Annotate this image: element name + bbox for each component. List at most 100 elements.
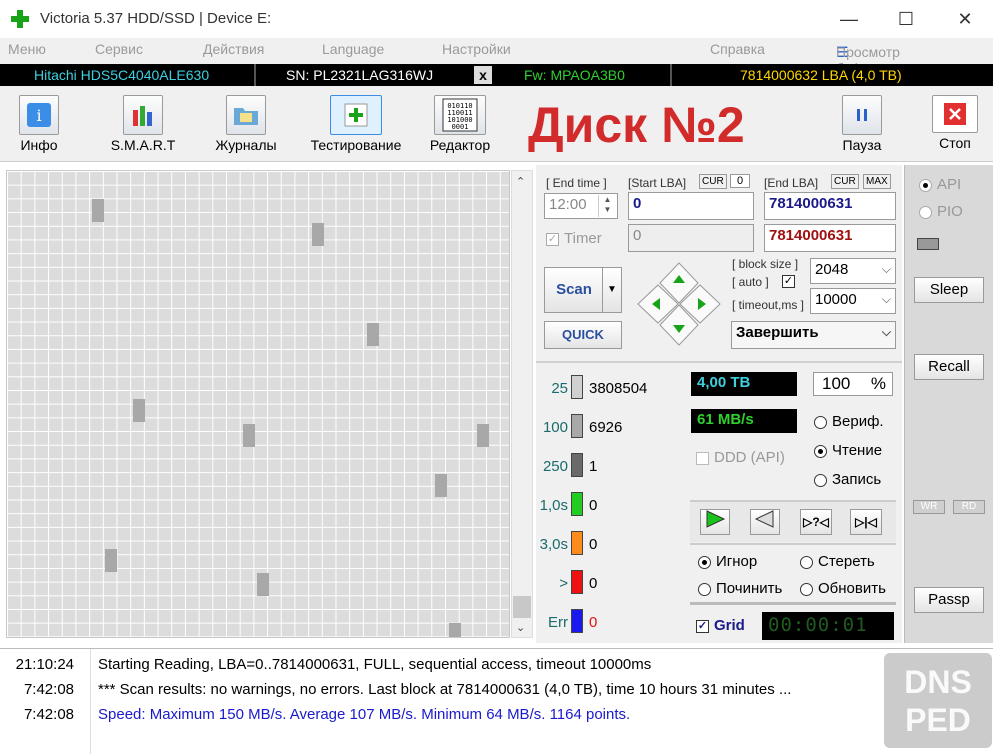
stat-color-bar: [571, 414, 583, 438]
timer-input[interactable]: 0: [628, 224, 754, 252]
pause-button[interactable]: Пауза: [830, 88, 894, 158]
grid-block-slow: [105, 549, 117, 572]
smart-chart-icon: [123, 95, 163, 135]
erase-radio[interactable]: Стереть: [800, 553, 875, 570]
write-radio[interactable]: Запись: [814, 471, 881, 488]
block-size-select[interactable]: 2048 ⌵: [810, 258, 896, 284]
scroll-thumb[interactable]: [513, 596, 531, 618]
passp-button[interactable]: Passp: [914, 587, 984, 613]
stat-label: 250: [542, 458, 568, 475]
scan-button[interactable]: Scan: [544, 267, 604, 313]
stat-count: 0: [589, 536, 598, 553]
stat-color-bar: [571, 492, 583, 516]
menu-item-service[interactable]: Сервис: [95, 41, 143, 57]
info-button[interactable]: i Инфо: [6, 88, 72, 158]
log-panel: 21:10:24 Starting Reading, LBA=0..781400…: [0, 648, 993, 754]
device-close-button[interactable]: x: [474, 66, 492, 84]
stat-color-bar: [571, 531, 583, 555]
butterfly-scan-button[interactable]: ▷|◁: [850, 509, 882, 535]
play-backward-button[interactable]: [750, 509, 780, 535]
menu-bar: Меню Сервис Действия Language Настройки …: [0, 38, 993, 76]
grid-checkbox[interactable]: ✓ Grid: [696, 617, 745, 634]
chevron-down-icon: ⌵: [881, 262, 891, 276]
time-spinner-icon[interactable]: ▲ ▼: [598, 195, 616, 217]
grid-block-slow: [449, 623, 461, 637]
verify-radio[interactable]: Вериф.: [814, 413, 884, 430]
rd-indicator: RD: [953, 500, 985, 514]
percent-display: 100%: [813, 372, 893, 396]
repair-radio[interactable]: Починить: [698, 580, 782, 597]
maximize-button[interactable]: ☐: [883, 4, 929, 34]
stat-label: 100: [542, 419, 568, 436]
start-cur-button[interactable]: CUR: [699, 174, 727, 189]
menu-item-menu[interactable]: Меню: [8, 41, 46, 57]
menu-item-help[interactable]: Справка: [710, 41, 765, 57]
side-panel: API PIO: [904, 165, 993, 643]
wr-indicator: WR: [913, 500, 945, 514]
random-scan-button[interactable]: ▷?◁: [800, 509, 832, 535]
direction-pad[interactable]: [636, 261, 722, 347]
auto-checkbox[interactable]: ✓: [782, 275, 795, 288]
ignore-radio[interactable]: Игнор: [698, 553, 757, 570]
scroll-up-icon[interactable]: ⌃: [516, 175, 525, 188]
timer-checkbox[interactable]: ✓ Timer: [546, 230, 602, 247]
grid-block-slow: [367, 323, 379, 346]
api-radio[interactable]: API: [919, 176, 961, 193]
refresh-radio[interactable]: Обновить: [800, 580, 886, 597]
grid-block-slow: [92, 199, 104, 222]
device-info-bar: Hitachi HDS5C4040ALE630 SN: PL2321LAG316…: [0, 64, 993, 86]
stat-count: 1: [589, 458, 598, 475]
grid-block-slow: [257, 573, 269, 596]
pause-icon: [842, 95, 882, 135]
end-max-button[interactable]: MAX: [863, 174, 891, 189]
minimize-button[interactable]: —: [826, 4, 872, 34]
menu-item-language[interactable]: Language: [322, 41, 384, 57]
grid-scrollbar[interactable]: ⌃ ⌄: [511, 170, 533, 638]
scan-block-grid: [6, 170, 510, 638]
menu-item-actions[interactable]: Действия: [203, 41, 264, 57]
scan-dropdown-icon[interactable]: ▼: [602, 267, 622, 313]
editor-binary-icon: 010110 110011 101000 0001: [434, 95, 486, 135]
logs-folder-icon: [226, 95, 266, 135]
log-row: 7:42:08 Speed: Maximum 150 MB/s. Average…: [23, 706, 631, 723]
start-lba-input[interactable]: 0: [628, 192, 754, 220]
end-cur-button[interactable]: CUR: [831, 174, 859, 189]
stat-label: 1,0s: [539, 497, 568, 514]
close-window-button[interactable]: ✕: [942, 4, 988, 34]
stat-count: 0: [589, 614, 598, 631]
finish-action-select[interactable]: Завершить ⌵: [731, 321, 896, 349]
end-lba-input-2[interactable]: 7814000631: [764, 224, 896, 252]
grid-block-slow: [243, 424, 255, 447]
auto-label: [ auto ]: [732, 275, 769, 289]
stat-color-bar: [571, 375, 583, 399]
stop-button[interactable]: Стоп: [924, 88, 986, 158]
sleep-button[interactable]: Sleep: [914, 277, 984, 303]
timeout-select[interactable]: 10000 ⌵: [810, 288, 896, 314]
stat-count: 0: [589, 575, 598, 592]
scroll-down-icon[interactable]: ⌄: [516, 621, 525, 634]
svg-text:i: i: [36, 106, 41, 125]
info-icon: i: [19, 95, 59, 135]
read-radio[interactable]: Чтение: [814, 442, 882, 459]
stat-color-bar: [571, 570, 583, 594]
stat-label: >: [559, 575, 568, 592]
device-model[interactable]: Hitachi HDS5C4040ALE630: [34, 67, 209, 83]
device-firmware: Fw: MPAOA3B0: [524, 67, 625, 83]
ddd-api-checkbox[interactable]: DDD (API): [696, 449, 785, 466]
timeout-label: [ timeout,ms ]: [732, 298, 805, 312]
status-indicator: [917, 238, 939, 250]
end-lba-input[interactable]: 7814000631: [764, 192, 896, 220]
quick-button[interactable]: QUICK: [544, 321, 622, 349]
stat-color-bar: [571, 453, 583, 477]
recall-button[interactable]: Recall: [914, 354, 984, 380]
grid-block-slow: [312, 223, 324, 246]
smart-button[interactable]: S.M.A.R.T: [100, 88, 186, 158]
pio-radio[interactable]: PIO: [919, 203, 963, 220]
testing-button[interactable]: Тестирование: [302, 88, 410, 158]
stop-icon: [932, 95, 978, 133]
editor-button[interactable]: 010110 110011 101000 0001 Редактор: [422, 88, 498, 158]
logs-button[interactable]: Журналы: [206, 88, 286, 158]
play-forward-button[interactable]: [700, 509, 730, 535]
menu-item-settings[interactable]: Настройки: [442, 41, 511, 57]
watermark-logo: DNS PED: [884, 653, 992, 748]
